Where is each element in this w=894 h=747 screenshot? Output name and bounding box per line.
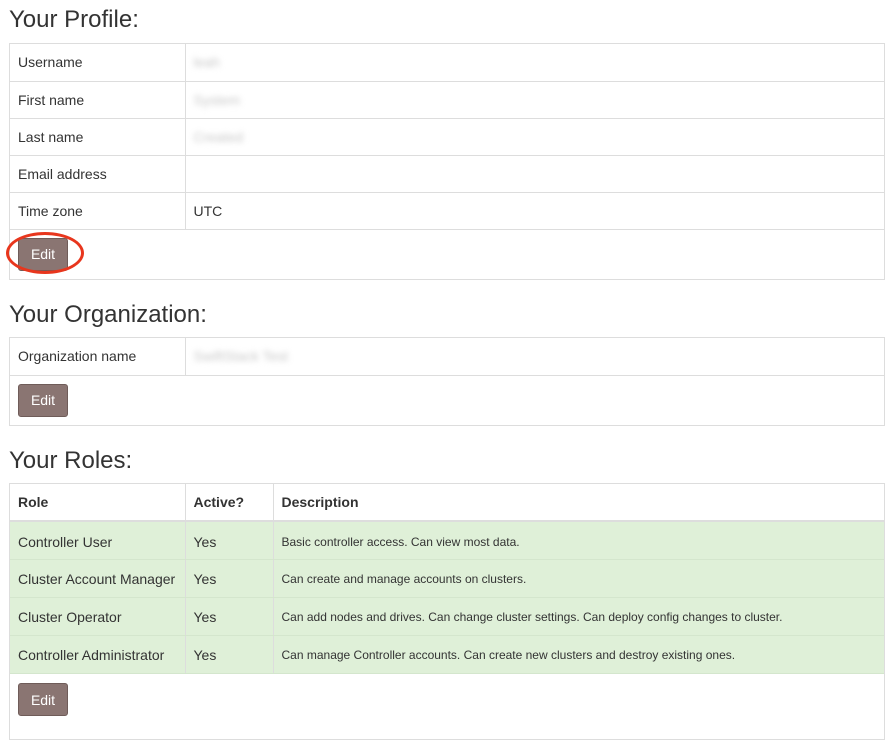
roles-edit-button[interactable]: Edit [18, 683, 68, 716]
last-name-label: Last name [10, 118, 186, 156]
time-zone-label: Time zone [10, 192, 186, 230]
role-description: Can add nodes and drives. Can change clu… [273, 597, 884, 636]
roles-actions: Edit [10, 674, 884, 724]
role-description: Basic controller access. Can view most d… [273, 521, 884, 560]
role-description: Can create and manage accounts on cluste… [273, 559, 884, 598]
description-column-header: Description [273, 484, 884, 522]
organization-edit-button[interactable]: Edit [18, 383, 68, 417]
table-row: Controller Administrator Yes Can manage … [10, 635, 884, 674]
organization-actions: Edit [10, 376, 884, 426]
role-active: Yes [185, 559, 274, 598]
role-name: Controller User [10, 521, 186, 560]
email-value [185, 155, 884, 193]
profile-row-first-name: First name System [10, 81, 884, 119]
profile-edit-button[interactable]: Edit [18, 237, 68, 271]
roles-title: Your Roles: [9, 447, 133, 474]
profile-row-username: Username leah [10, 44, 884, 82]
time-zone-value: UTC [185, 192, 884, 230]
role-description: Can manage Controller accounts. Can crea… [273, 635, 884, 674]
role-active: Yes [185, 597, 274, 636]
profile-actions: Edit [6, 230, 884, 280]
profile-table: Username leah First name System Last nam… [10, 44, 884, 230]
organization-name-label: Organization name [10, 338, 186, 376]
active-column-header: Active? [185, 484, 274, 522]
roles-header-row: Role Active? Description [10, 484, 884, 522]
username-value: leah [185, 44, 884, 82]
last-name-value: Created [185, 118, 884, 156]
roles-table: Role Active? Description Controller User… [10, 484, 884, 674]
organization-name-value: SwiftStack Test [185, 338, 884, 376]
profile-row-email: Email address [10, 155, 884, 193]
role-active: Yes [185, 521, 274, 560]
profile-row-last-name: Last name Created [10, 118, 884, 156]
first-name-value: System [185, 81, 884, 119]
profile-row-time-zone: Time zone UTC [10, 192, 884, 230]
first-name-label: First name [10, 81, 186, 119]
email-label: Email address [10, 155, 186, 193]
role-column-header: Role [10, 484, 186, 522]
table-row: Controller User Yes Basic controller acc… [10, 521, 884, 560]
organization-table: Organization name SwiftStack Test [10, 338, 884, 376]
username-label: Username [10, 44, 186, 82]
organization-title: Your Organization: [9, 301, 207, 328]
organization-row-name: Organization name SwiftStack Test [10, 338, 884, 376]
role-name: Cluster Account Manager [10, 559, 186, 598]
profile-title: Your Profile: [9, 6, 139, 33]
role-name: Cluster Operator [10, 597, 186, 636]
roles-panel: Role Active? Description Controller User… [9, 483, 885, 740]
organization-panel: Organization name SwiftStack Test Edit [9, 337, 885, 426]
table-row: Cluster Operator Yes Can add nodes and d… [10, 597, 884, 636]
profile-panel: Username leah First name System Last nam… [6, 43, 885, 280]
role-active: Yes [185, 635, 274, 674]
role-name: Controller Administrator [10, 635, 186, 674]
table-row: Cluster Account Manager Yes Can create a… [10, 559, 884, 598]
